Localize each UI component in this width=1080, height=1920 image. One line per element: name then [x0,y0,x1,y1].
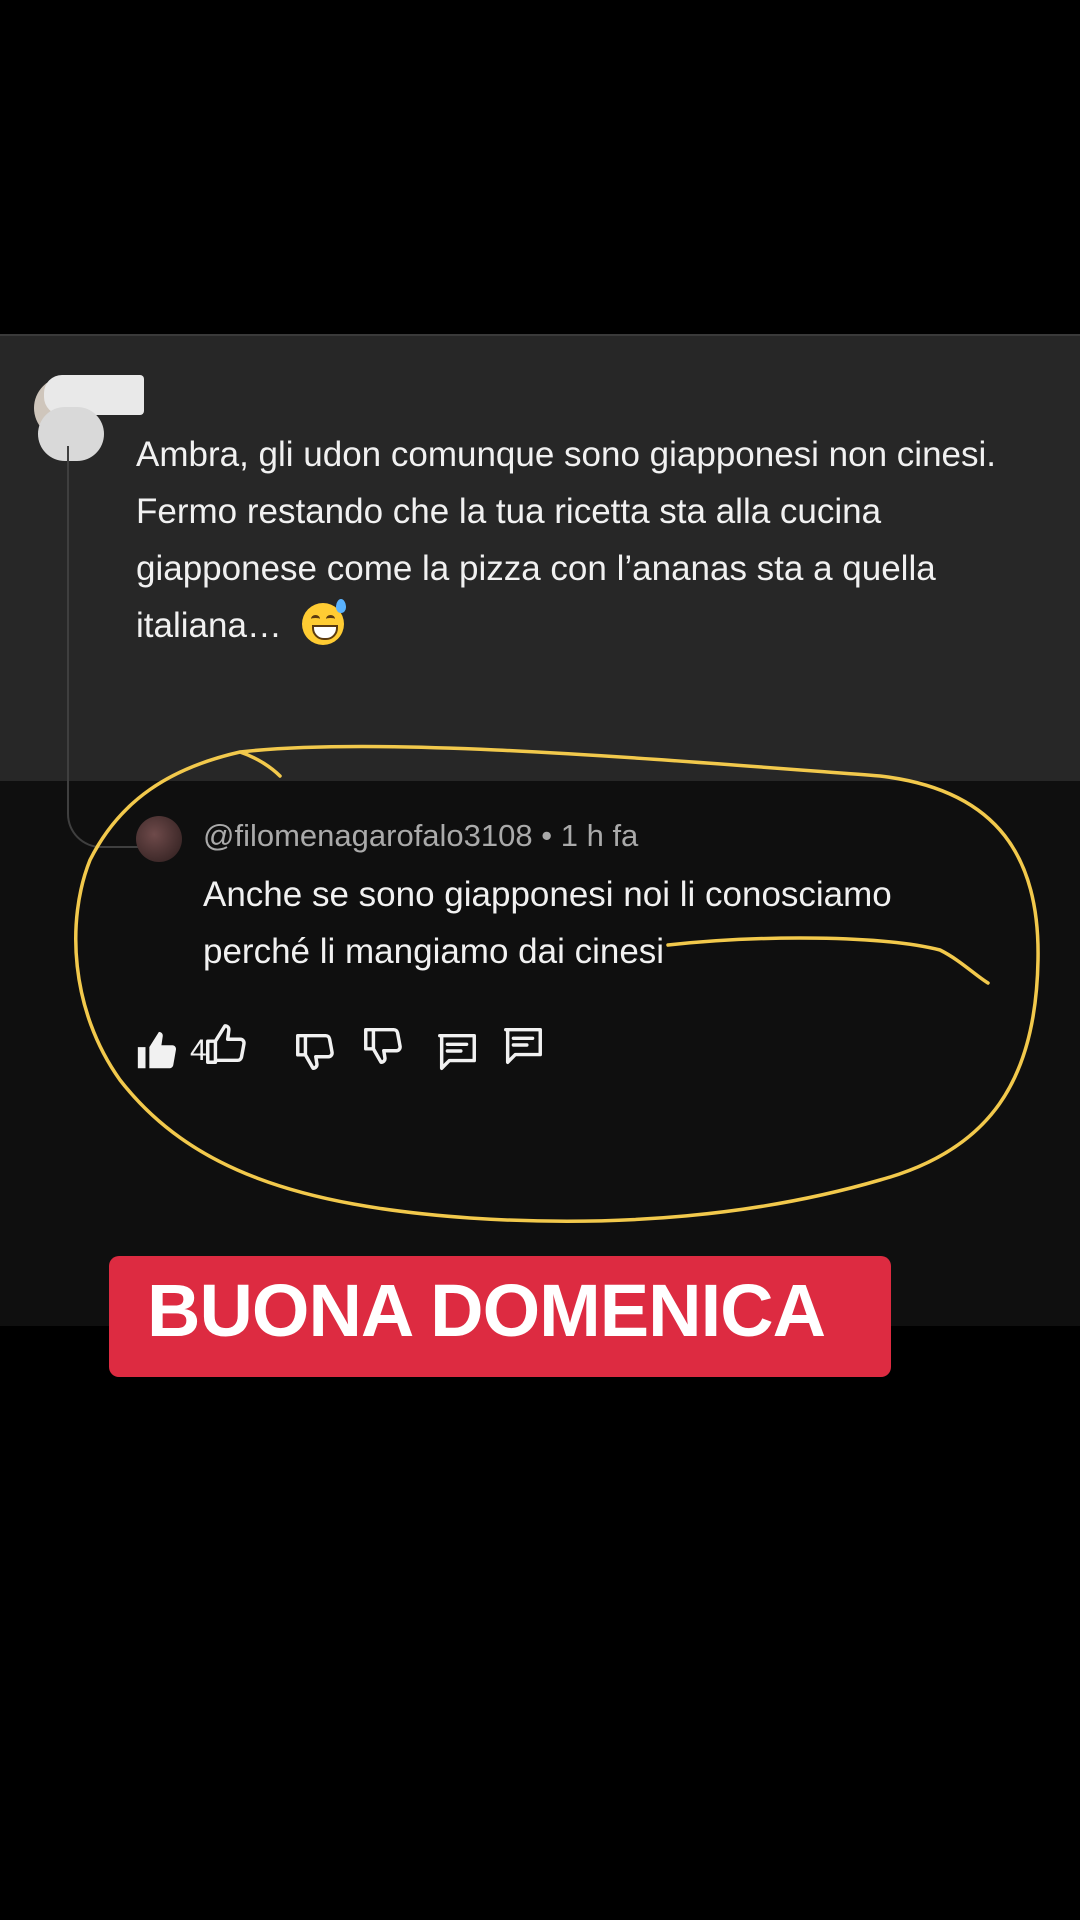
reply-reply [498,1020,548,1070]
reply-dislike [358,1020,408,1070]
parent-comment: Ambra, gli udon comunque sono giapponesi… [0,336,1080,1070]
parent-comment-body: Ambra, gli udon comunque sono giapponesi… [136,435,997,645]
thumbs-up-filled-icon[interactable] [132,1026,182,1076]
thumbs-down-icon[interactable] [358,1020,408,1070]
comments-screenshot: Ambra, gli udon comunque sono giapponesi… [0,336,1080,1326]
reply-like [200,1020,250,1070]
reply-avatar[interactable] [136,816,182,862]
parent-dislike [290,1026,340,1076]
thread-line [67,446,139,848]
thumbs-up-outline-icon[interactable] [200,1020,250,1070]
thumbs-down-icon[interactable] [290,1026,340,1076]
banner-text: BUONA DOMENICA [147,1269,826,1352]
reply-separator: • [532,818,561,853]
greeting-banner: BUONA DOMENICA [109,1256,891,1377]
comment-reply-icon[interactable] [432,1026,482,1076]
comment-reply-icon[interactable] [498,1020,548,1070]
reply-time: 1 h fa [560,818,639,853]
reply-text: Anche se sono giapponesi noi li conoscia… [203,875,892,971]
reply-meta: @filomenagarofalo3108 • 1 h fa [203,818,638,854]
reply-handle[interactable]: @filomenagarofalo3108 [203,818,533,853]
parent-reply [432,1026,482,1076]
parent-comment-text: Ambra, gli udon comunque sono giapponesi… [136,426,1026,654]
grinning-face-with-sweat-icon [301,599,346,645]
parent-comment-actions: 4 [132,1026,207,1076]
